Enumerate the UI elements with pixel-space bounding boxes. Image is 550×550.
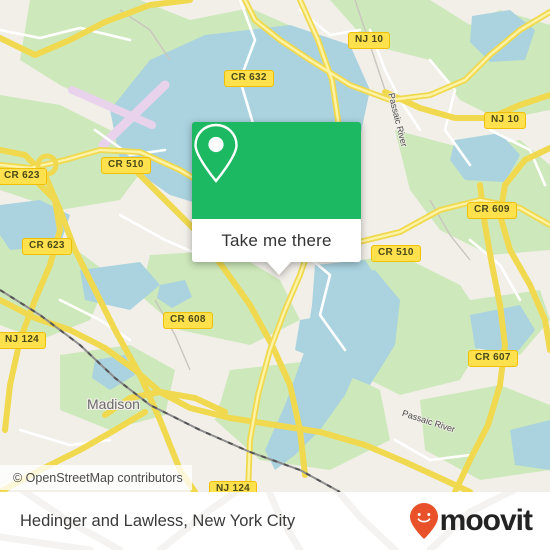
map-pin-icon [194,123,238,183]
road-shield: CR 510 [371,245,421,262]
road-shield: CR 609 [467,202,517,219]
location-callout-card[interactable]: Take me there [192,122,361,275]
callout-pointer-tail [267,262,291,275]
road-shield: NJ 10 [484,112,527,129]
map-attribution[interactable]: © OpenStreetMap contributors [0,465,192,490]
road-shield: CR 632 [224,70,274,87]
footer-content: Hedinger and Lawless, New York City moov… [0,492,550,550]
road-shield: CR 623 [0,168,47,185]
road-shield: CR 623 [22,238,72,255]
road-shield: CR 607 [468,350,518,367]
road-shield: NJ 124 [209,481,258,492]
screenshot-root: NJ 10 CR 632 NJ 10 CR 510 CR 623 CR 609 … [0,0,550,550]
road-shield: CR 608 [163,312,213,329]
footer-place-title: Hedinger and Lawless, New York City [20,511,296,530]
moovit-wordmark: moovit [439,504,533,537]
road-shield: NJ 124 [0,332,47,349]
footer-bar: Hedinger and Lawless, New York City moov… [0,492,550,550]
callout-green-panel [192,122,361,219]
road-shield: CR 510 [101,157,151,174]
moovit-smiley-pin-icon [409,503,438,539]
road-shield: NJ 10 [348,32,391,49]
moovit-brand-logo[interactable]: moovit [409,502,533,540]
take-me-there-label: Take me there [221,230,332,250]
map-canvas[interactable]: NJ 10 CR 632 NJ 10 CR 510 CR 623 CR 609 … [0,0,550,492]
place-label-madison: Madison [87,396,140,412]
callout-action-bar[interactable]: Take me there [192,219,361,262]
attribution-text: © OpenStreetMap contributors [13,470,183,485]
